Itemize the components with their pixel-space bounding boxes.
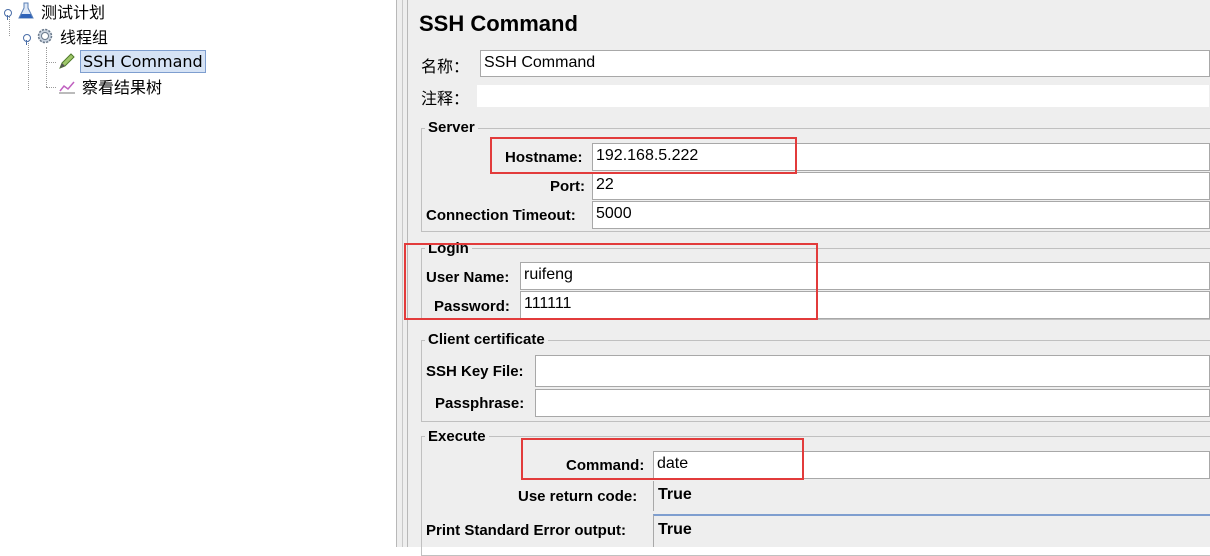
use-return-code-label: Use return code: [518, 488, 638, 505]
tree-connector [28, 40, 29, 90]
ssh-key-file-field[interactable] [535, 355, 1210, 387]
name-field[interactable]: SSH Command [480, 50, 1210, 77]
name-label: 名称： [421, 59, 470, 76]
use-return-code-value[interactable]: True [653, 481, 1210, 511]
tree-node-label: SSH Command [80, 49, 206, 73]
comment-field[interactable] [476, 84, 1210, 108]
server-legend: Server [425, 119, 478, 136]
hostname-highlight-box [490, 137, 797, 174]
connection-timeout-label: Connection Timeout: [426, 207, 576, 224]
gear-icon [36, 27, 54, 45]
print-stderr-label: Print Standard Error output: [426, 522, 626, 539]
chart-icon [58, 77, 76, 95]
passphrase-label: Passphrase: [435, 395, 525, 412]
ssh-key-file-label: SSH Key File: [426, 363, 524, 380]
expand-toggle-icon[interactable] [22, 31, 32, 45]
tree-node-label: 察看结果树 [82, 78, 163, 97]
tree-node-view-results-tree[interactable]: 察看结果树 [58, 75, 164, 97]
tree-node-label: 测试计划 [41, 3, 106, 22]
connection-timeout-field[interactable]: 5000 [592, 201, 1210, 229]
test-plan-tree: 测试计划 线程组 SSH Command 察看结果树 [0, 0, 396, 547]
tree-node-thread-group[interactable]: 线程组 [22, 25, 110, 47]
tree-node-ssh-command[interactable]: SSH Command [58, 49, 206, 73]
port-label: Port: [550, 178, 585, 195]
flask-icon [17, 2, 35, 20]
tree-node-label: 线程组 [60, 28, 109, 47]
pen-icon [58, 52, 76, 70]
command-highlight-box [521, 438, 804, 480]
port-field[interactable]: 22 [592, 172, 1210, 200]
login-highlight-box [404, 243, 818, 320]
page-title: SSH Command [419, 11, 578, 36]
execute-legend: Execute [425, 428, 489, 445]
ssh-command-panel: SSH Command 名称： SSH Command 注释： Server H… [404, 0, 1210, 556]
expand-toggle-icon[interactable] [3, 6, 13, 20]
passphrase-field[interactable] [535, 389, 1210, 417]
comment-label: 注释： [421, 91, 470, 108]
tree-node-test-plan[interactable]: 测试计划 [3, 0, 107, 22]
print-stderr-value[interactable]: True [653, 514, 1210, 547]
client-certificate-legend: Client certificate [425, 331, 548, 348]
